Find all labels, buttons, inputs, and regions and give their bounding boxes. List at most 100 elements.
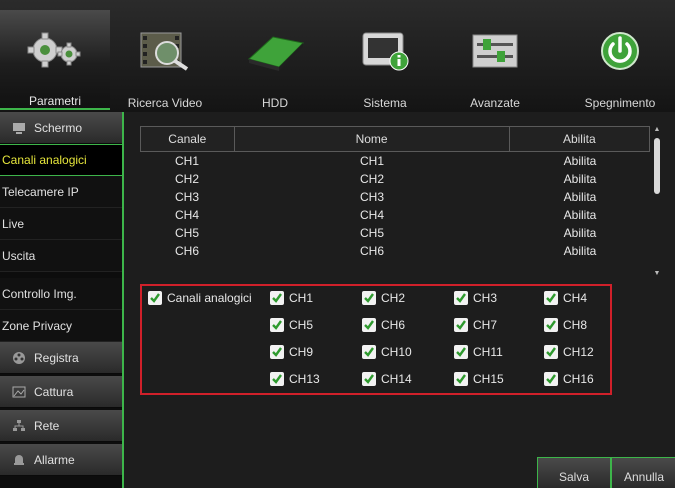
checkmark-icon [544, 291, 558, 305]
cancel-button[interactable]: Annulla [611, 457, 675, 488]
cell-nome: CH6 [359, 244, 384, 258]
checkbox-channel[interactable]: CH15 [454, 372, 504, 386]
top-menu-bar: Parametri Ricerca Video HDD Sistema Avan… [0, 0, 675, 112]
table-row[interactable]: CH2 CH2 Abilita [140, 170, 650, 188]
checkbox-channel[interactable]: CH14 [362, 372, 412, 386]
checkbox-channel[interactable]: CH13 [270, 372, 320, 386]
checkbox-channel[interactable]: CH16 [544, 372, 594, 386]
checkbox-label: CH9 [289, 345, 314, 359]
column-header-canale[interactable]: Canale [141, 127, 235, 151]
checkbox-channel[interactable]: CH4 [544, 291, 587, 305]
checkmark-icon [270, 345, 284, 359]
checkmark-icon [270, 372, 284, 386]
checkbox-label: CH11 [473, 345, 503, 359]
checkbox-channel[interactable]: CH1 [270, 291, 313, 305]
checkbox-channel[interactable]: CH11 [454, 345, 503, 359]
checkbox-label: CH4 [563, 291, 588, 305]
sidebar-item-cattura[interactable]: Cattura [0, 376, 122, 408]
sidebar-item-label: Canali analogici [2, 153, 87, 167]
checkbox-channel[interactable]: CH7 [454, 318, 497, 332]
sidebar-item-zone-privacy[interactable]: Zone Privacy [0, 310, 122, 342]
checkmark-icon [454, 372, 468, 386]
checkbox-channel[interactable]: CH10 [362, 345, 412, 359]
sidebar-item-controllo-img[interactable]: Controllo Img. [0, 278, 122, 310]
checkmark-icon [362, 291, 376, 305]
channel-enable-panel: Canali analogici CH1 CH2 CH3 CH4 CH5 CH6 CH7 CH… [140, 284, 612, 395]
checkmark-icon [362, 345, 376, 359]
checkbox-channel[interactable]: CH8 [544, 318, 587, 332]
checkbox-label: CH1 [289, 291, 314, 305]
tab-label: Avanzate [470, 96, 520, 110]
column-header-nome[interactable]: Nome [235, 127, 510, 151]
checkmark-icon [454, 345, 468, 359]
column-header-abilita[interactable]: Abilita [510, 127, 649, 151]
monitor-icon [12, 122, 26, 134]
scroll-up-icon[interactable]: ▲ [653, 126, 661, 134]
sidebar-item-live[interactable]: Live [0, 208, 122, 240]
sidebar-item-uscita[interactable]: Uscita [0, 240, 122, 272]
sidebar-item-label: Allarme [34, 452, 75, 467]
tab-sistema[interactable]: Sistema [330, 10, 440, 110]
table-row[interactable]: CH1 CH1 Abilita [140, 152, 650, 170]
tab-hdd[interactable]: HDD [220, 10, 330, 110]
table-scrollbar[interactable]: ▲ ▼ [652, 126, 662, 278]
sidebar-item-telecamere-ip[interactable]: Telecamere IP [0, 176, 122, 208]
cell-abilita[interactable]: Abilita [510, 152, 650, 170]
save-button[interactable]: Salva [537, 457, 611, 488]
checkbox-label: CH7 [473, 318, 498, 332]
checkmark-icon [544, 372, 558, 386]
cell-nome: CH3 [359, 190, 384, 204]
checkmark-icon [454, 291, 468, 305]
cell-nome: CH2 [359, 172, 384, 186]
sidebar-item-allarme[interactable]: Allarme [0, 444, 122, 476]
sidebar-item-label: Cattura [34, 384, 74, 399]
cell-abilita[interactable]: Abilita [510, 224, 650, 242]
checkmark-icon [270, 318, 284, 332]
power-icon [595, 20, 645, 82]
checkmark-icon [454, 318, 468, 332]
sidebar-item-registra[interactable]: Registra [0, 342, 122, 374]
scroll-down-icon[interactable]: ▼ [653, 270, 661, 278]
sidebar-item-label: Zone Privacy [2, 318, 73, 333]
checkbox-channel[interactable]: CH6 [362, 318, 405, 332]
cell-canale: CH6 [174, 244, 199, 258]
checkbox-channel[interactable]: CH12 [544, 345, 594, 359]
checkbox-channel[interactable]: CH2 [362, 291, 405, 305]
tab-avanzate[interactable]: Avanzate [440, 10, 550, 110]
sidebar-item-rete[interactable]: Rete [0, 410, 122, 442]
checkbox-label: CH10 [381, 345, 412, 359]
sidebar-item-label: Rete [34, 418, 60, 433]
channel-table: Canale Nome Abilita CH1 CH1 Abilita CH2 CH2… [140, 126, 662, 278]
hdd-icon [243, 20, 307, 82]
checkmark-icon [362, 318, 376, 332]
sidebar-item-label: Controllo Img. [2, 286, 77, 301]
cell-abilita[interactable]: Abilita [510, 188, 650, 206]
scrollbar-thumb[interactable] [654, 138, 660, 194]
checkbox-channel[interactable]: CH9 [270, 345, 313, 359]
table-row[interactable]: CH6 CH6 Abilita [140, 242, 650, 260]
table-row[interactable]: CH4 CH4 Abilita [140, 206, 650, 224]
checkbox-channel[interactable]: CH5 [270, 318, 313, 332]
cell-abilita[interactable]: Abilita [510, 242, 650, 260]
table-row[interactable]: CH3 CH3 Abilita [140, 188, 650, 206]
checkbox-canali-analogici[interactable]: Canali analogici [148, 291, 252, 305]
checkmark-icon [362, 372, 376, 386]
sidebar-item-schermo[interactable]: Schermo [0, 112, 122, 144]
tab-parametri[interactable]: Parametri [0, 10, 110, 110]
sidebar: Schermo Canali analogici Telecamere IP L… [0, 112, 122, 488]
cell-abilita[interactable]: Abilita [510, 206, 650, 224]
cell-nome: CH4 [359, 208, 384, 222]
sidebar-item-label: Telecamere IP [2, 184, 79, 199]
sidebar-item-canali-analogici[interactable]: Canali analogici [0, 144, 122, 176]
checkbox-channel[interactable]: CH3 [454, 291, 497, 305]
gears-icon [23, 20, 87, 80]
checkbox-label: CH3 [473, 291, 498, 305]
image-capture-icon [12, 386, 26, 398]
tab-ricerca-video[interactable]: Ricerca Video [110, 10, 220, 110]
checkmark-icon [270, 291, 284, 305]
tab-label: Sistema [363, 96, 407, 110]
alarm-bell-icon [12, 454, 26, 466]
cell-abilita[interactable]: Abilita [510, 170, 650, 188]
tab-spegnimento[interactable]: Spegnimento [565, 10, 675, 110]
table-row[interactable]: CH5 CH5 Abilita [140, 224, 650, 242]
